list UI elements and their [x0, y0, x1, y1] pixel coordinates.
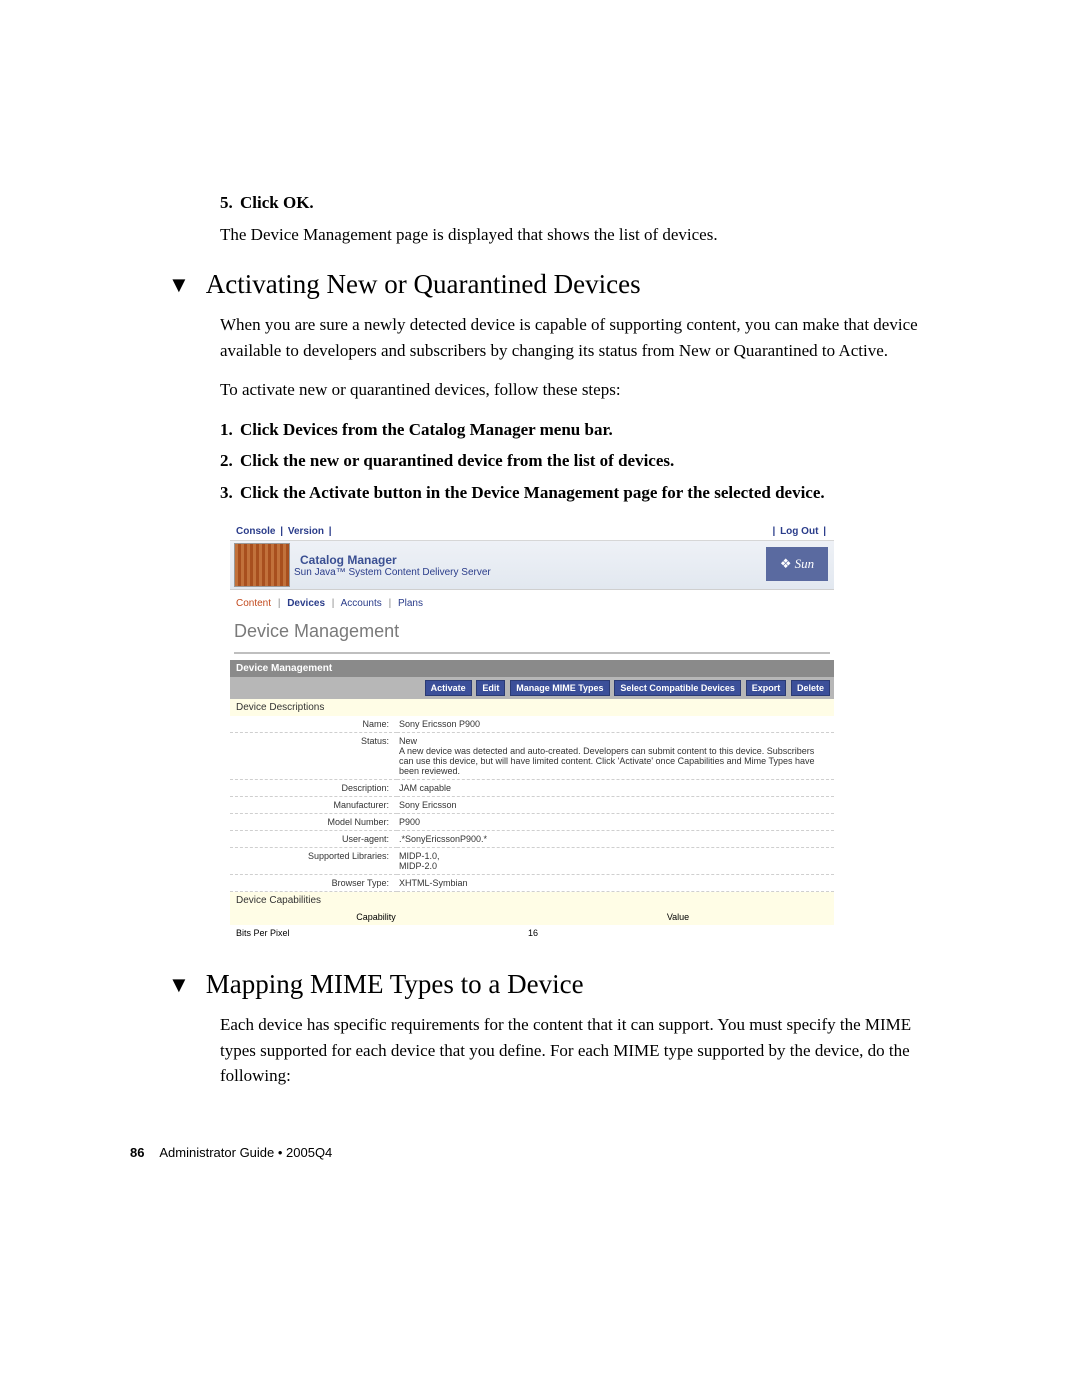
field-label: User-agent:	[230, 831, 397, 848]
field-value: JAM capable	[397, 780, 834, 797]
screenshot-topbar: Console | Version | | Log Out |	[230, 523, 834, 541]
triangle-down-icon: ▼	[168, 272, 190, 298]
field-value: Sony Ericsson	[397, 797, 834, 814]
document-page: 5. Click OK. The Device Management page …	[0, 0, 1080, 1220]
step-text: Click the Activate button in the Device …	[240, 480, 825, 506]
step-text: Click Devices from the Catalog Manager m…	[240, 417, 613, 443]
subnav-plans[interactable]: Plans	[398, 598, 423, 609]
capabilities-columns: Capability Value	[230, 909, 834, 925]
separator: |	[278, 598, 281, 609]
field-description: Description: JAM capable	[230, 780, 834, 797]
field-status: Status: New A new device was detected an…	[230, 733, 834, 780]
cap-value: 16	[522, 925, 834, 941]
step-5: 5. Click OK.	[220, 190, 920, 216]
field-name: Name: Sony Ericsson P900	[230, 716, 834, 733]
banner-title: Catalog Manager	[300, 553, 491, 567]
banner-books-icon	[234, 543, 290, 587]
field-label: Description:	[230, 780, 397, 797]
field-label: Name:	[230, 716, 397, 733]
field-user-agent: User-agent: .*SonyEricssonP900.*	[230, 831, 834, 848]
nav-console[interactable]: Console	[236, 526, 275, 537]
delete-button[interactable]: Delete	[791, 680, 830, 696]
panel-header: Device Management	[230, 660, 834, 677]
section-heading-mapping: ▼ Mapping MIME Types to a Device	[168, 969, 920, 1000]
separator: |	[772, 526, 775, 537]
page-footer: 86 Administrator Guide • 2005Q4	[130, 1145, 920, 1160]
step-number: 1.	[220, 417, 240, 443]
cap-name: Bits Per Pixel	[230, 925, 522, 941]
field-value: Sony Ericsson P900	[397, 716, 834, 733]
step-title: Click OK.	[240, 190, 314, 216]
field-label: Browser Type:	[230, 875, 397, 892]
action-button-row: Activate Edit Manage MIME Types Select C…	[230, 677, 834, 699]
field-value: P900	[397, 814, 834, 831]
edit-button[interactable]: Edit	[476, 680, 505, 696]
field-label: Status:	[230, 733, 397, 780]
device-management-screenshot: Console | Version | | Log Out | Catalog …	[230, 523, 834, 941]
field-value: New A new device was detected and auto-c…	[397, 733, 834, 780]
activate-button[interactable]: Activate	[425, 680, 472, 696]
section1-step-2: 2. Click the new or quarantined device f…	[220, 448, 920, 474]
page-number: 86	[130, 1145, 144, 1160]
manage-mime-button[interactable]: Manage MIME Types	[510, 680, 609, 696]
step-5-body: The Device Management page is displayed …	[220, 222, 920, 248]
section1-step-3: 3. Click the Activate button in the Devi…	[220, 480, 920, 506]
field-label: Supported Libraries:	[230, 848, 397, 875]
step-number: 3.	[220, 480, 240, 506]
topbar-left: Console | Version |	[236, 526, 334, 537]
banner-subtitle: Sun Java™ System Content Delivery Server	[294, 567, 491, 578]
field-value: MIDP-1.0, MIDP-2.0	[397, 848, 834, 875]
step-number: 2.	[220, 448, 240, 474]
section2-para1: Each device has specific requirements fo…	[220, 1012, 920, 1089]
select-compatible-button[interactable]: Select Compatible Devices	[614, 680, 741, 696]
capability-row: Bits Per Pixel 16	[230, 925, 834, 941]
field-value: .*SonyEricssonP900.*	[397, 831, 834, 848]
field-model: Model Number: P900	[230, 814, 834, 831]
subnav-devices[interactable]: Devices	[287, 598, 325, 609]
nav-logout[interactable]: Log Out	[780, 526, 818, 537]
field-label: Manufacturer:	[230, 797, 397, 814]
section-heading-activating: ▼ Activating New or Quarantined Devices	[168, 269, 920, 300]
banner-text: Catalog Manager Sun Java™ System Content…	[294, 553, 491, 578]
separator: |	[332, 598, 335, 609]
device-descriptions-header: Device Descriptions	[230, 699, 834, 716]
sun-logo: Sun	[766, 547, 828, 581]
separator: |	[329, 526, 332, 537]
step-text: Click the new or quarantined device from…	[240, 448, 674, 474]
separator: |	[823, 526, 826, 537]
subnav-content[interactable]: Content	[236, 598, 271, 609]
section-title: Activating New or Quarantined Devices	[206, 269, 641, 300]
footer-text: Administrator Guide • 2005Q4	[159, 1145, 332, 1160]
col-capability: Capability	[230, 909, 522, 925]
field-browser-type: Browser Type: XHTML-Symbian	[230, 875, 834, 892]
subnav-accounts[interactable]: Accounts	[341, 598, 382, 609]
section1-para2: To activate new or quarantined devices, …	[220, 377, 920, 403]
screenshot-page-title: Device Management	[234, 617, 830, 654]
separator: |	[389, 598, 392, 609]
topbar-right: | Log Out |	[770, 526, 828, 537]
col-value: Value	[522, 909, 834, 925]
export-button[interactable]: Export	[746, 680, 787, 696]
screenshot-subnav: Content | Devices | Accounts | Plans	[230, 590, 834, 617]
screenshot-banner: Catalog Manager Sun Java™ System Content…	[230, 541, 834, 590]
triangle-down-icon: ▼	[168, 972, 190, 998]
device-capabilities-header: Device Capabilities	[230, 892, 834, 909]
step-number: 5.	[220, 190, 240, 216]
section1-para1: When you are sure a newly detected devic…	[220, 312, 920, 363]
section-title: Mapping MIME Types to a Device	[206, 969, 584, 1000]
field-manufacturer: Manufacturer: Sony Ericsson	[230, 797, 834, 814]
field-value: XHTML-Symbian	[397, 875, 834, 892]
separator: |	[280, 526, 283, 537]
field-libraries: Supported Libraries: MIDP-1.0, MIDP-2.0	[230, 848, 834, 875]
section1-step-1: 1. Click Devices from the Catalog Manage…	[220, 417, 920, 443]
field-label: Model Number:	[230, 814, 397, 831]
nav-version[interactable]: Version	[288, 526, 324, 537]
